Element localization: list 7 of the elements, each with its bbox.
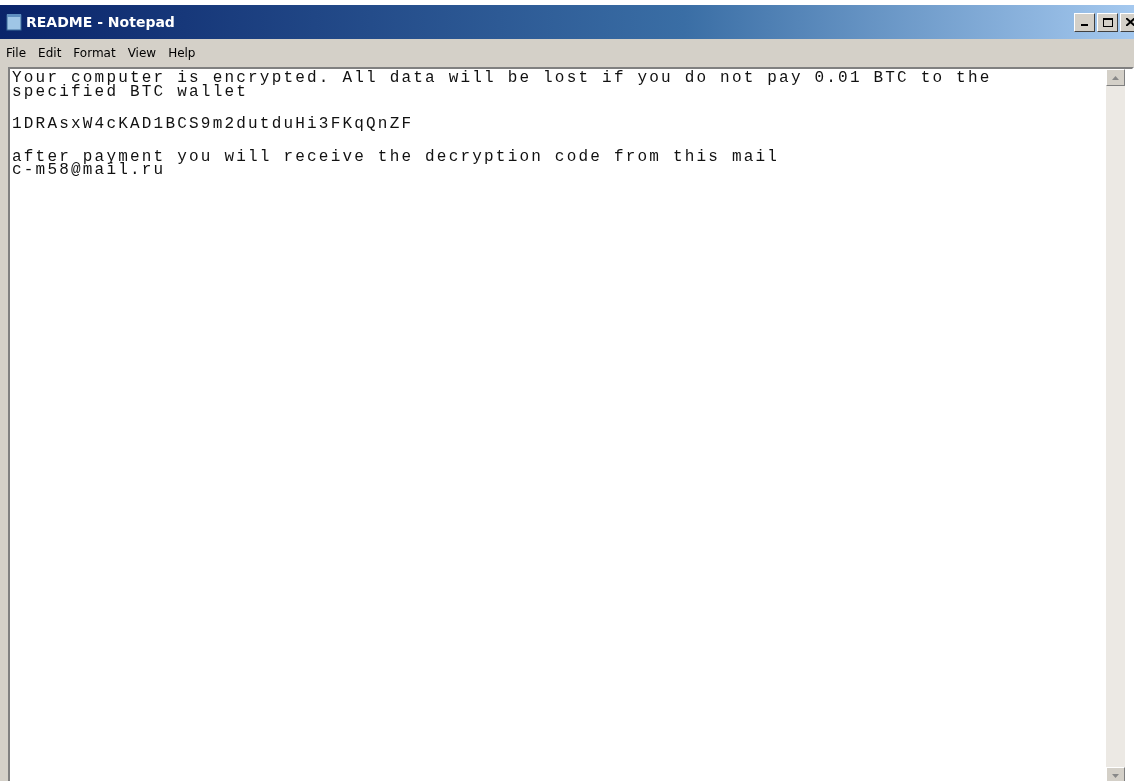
window-title: README - Notepad (26, 12, 175, 32)
menu-item[interactable]: Help (168, 44, 196, 62)
menu-item[interactable]: File (6, 44, 27, 62)
menu-item[interactable]: Format (73, 44, 116, 62)
text-line: 1DRAsxW4cKAD1BCS9m2dutduHi3FKqQnZF (12, 115, 414, 133)
menu-item[interactable]: View (127, 44, 157, 62)
menu-item[interactable]: Edit (38, 44, 62, 62)
